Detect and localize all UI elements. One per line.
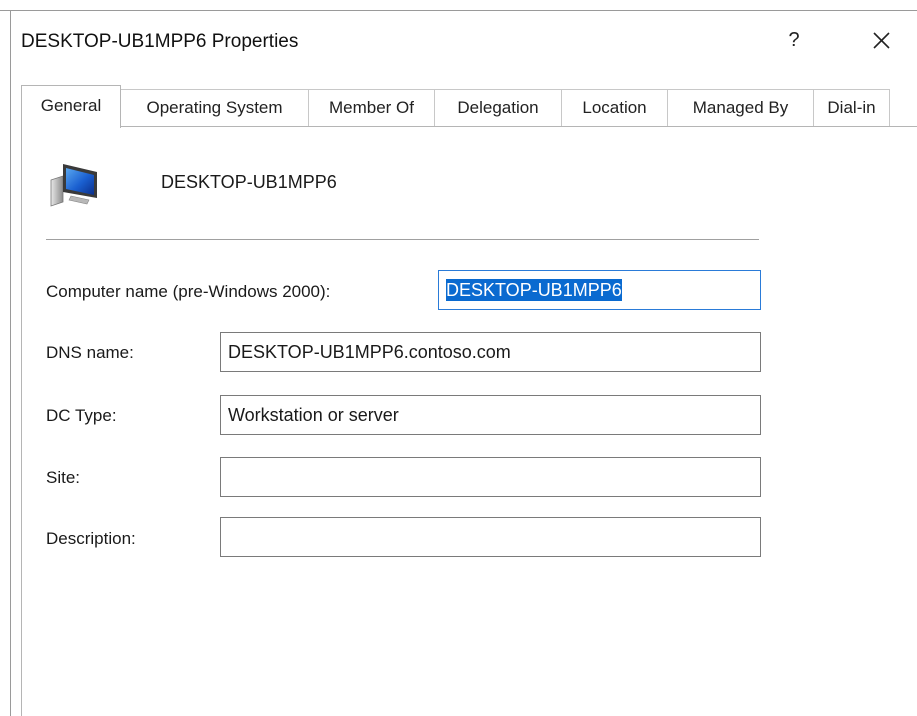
tab-location[interactable]: Location: [561, 89, 668, 127]
window-title: DESKTOP-UB1MPP6 Properties: [21, 31, 299, 52]
pre-windows-2000-name-field[interactable]: DESKTOP-UB1MPP6: [438, 270, 761, 310]
pre-windows-2000-name-label: Computer name (pre-Windows 2000):: [46, 282, 331, 301]
tab-operating-system[interactable]: Operating System: [120, 89, 309, 127]
help-button[interactable]: ?: [779, 25, 809, 55]
dns-name-field[interactable]: DESKTOP-UB1MPP6.contoso.com: [220, 332, 761, 372]
description-field[interactable]: [220, 517, 761, 557]
computer-icon: [50, 164, 97, 207]
title-bar[interactable]: DESKTOP-UB1MPP6 Properties ?: [11, 11, 917, 73]
tab-general[interactable]: General: [21, 85, 121, 128]
tab-dial-in[interactable]: Dial-in: [813, 89, 890, 127]
tab-member-of[interactable]: Member Of: [308, 89, 435, 127]
tab-strip: General Operating System Member Of Deleg…: [21, 85, 917, 128]
selected-text: DESKTOP-UB1MPP6: [446, 279, 622, 301]
close-icon: [873, 32, 890, 49]
close-button[interactable]: [864, 25, 898, 55]
properties-dialog: DESKTOP-UB1MPP6 Properties ? General Ope…: [0, 0, 917, 716]
site-label: Site:: [46, 468, 81, 487]
tab-managed-by[interactable]: Managed By: [667, 89, 814, 127]
dns-name-label: DNS name:: [46, 343, 134, 362]
dc-type-field[interactable]: Workstation or server: [220, 395, 761, 435]
computer-display-name: DESKTOP-UB1MPP6: [161, 172, 337, 192]
description-label: Description:: [46, 529, 136, 548]
dc-type-label: DC Type:: [46, 406, 117, 425]
site-field[interactable]: [220, 457, 761, 497]
tab-delegation[interactable]: Delegation: [434, 89, 562, 127]
window-border-left: [10, 10, 11, 716]
header-separator: [46, 239, 759, 240]
